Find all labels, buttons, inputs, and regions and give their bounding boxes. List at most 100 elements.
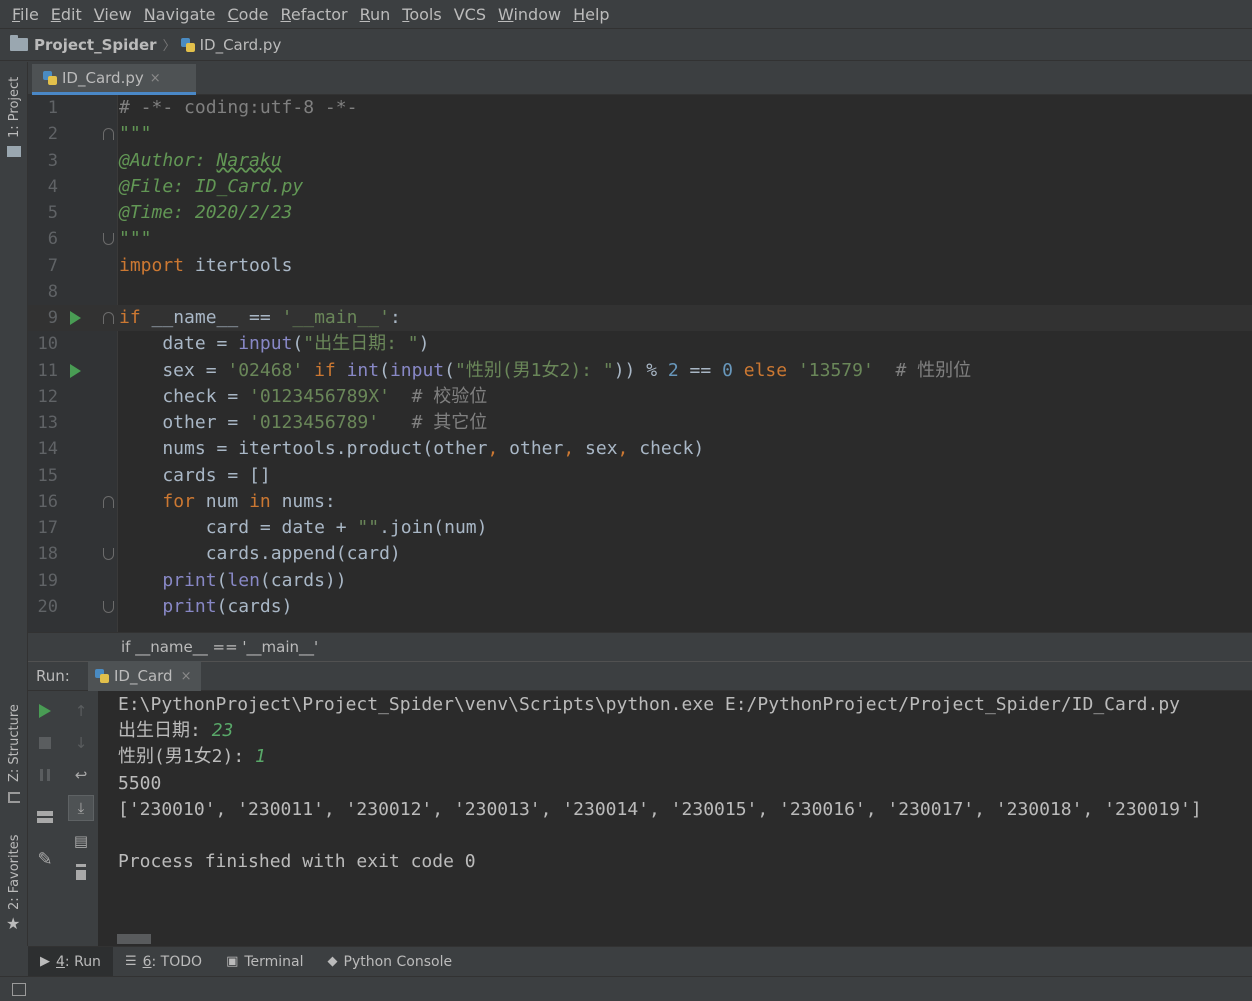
close-icon[interactable]: ×	[150, 71, 161, 86]
code-line[interactable]: 9 if __name__ == '__main__':	[28, 305, 1252, 331]
menu-item-refactor[interactable]: Refactor	[274, 5, 353, 24]
star-icon: ★	[6, 914, 21, 933]
stop-icon[interactable]	[33, 731, 57, 755]
fold-marker-icon[interactable]	[103, 312, 114, 324]
left-tool-stripe: 1: Project Z: Structure 2: Favorites ★	[0, 62, 28, 946]
python-file-icon	[42, 70, 58, 86]
code-line[interactable]: 4 @File: ID_Card.py	[28, 174, 1252, 200]
menu-item-tools[interactable]: Tools	[396, 5, 447, 24]
menu-item-file[interactable]: File	[6, 5, 45, 24]
print-icon[interactable]: ▤	[69, 829, 93, 853]
line-number: 14	[37, 439, 58, 460]
tab-id-card-py[interactable]: ID_Card.py ×	[32, 64, 196, 95]
console-line: E:\PythonProject\Project_Spider\venv\Scr…	[118, 694, 1181, 715]
fold-marker-icon[interactable]	[103, 233, 114, 246]
code-line[interactable]: 1 # -*- coding:utf-8 -*-	[28, 95, 1252, 121]
bottom-tab-terminal[interactable]: ▣ Terminal	[214, 947, 315, 977]
line-number: 17	[37, 518, 58, 538]
menu-item-vcs[interactable]: VCS	[448, 5, 492, 24]
menu-item-help[interactable]: Help	[567, 5, 615, 24]
structure-icon	[8, 792, 20, 803]
line-number: 18	[37, 544, 58, 565]
code-line[interactable]: 8	[28, 279, 1252, 305]
run-icon[interactable]	[33, 699, 57, 723]
code-line[interactable]: 20 print(cards)	[28, 594, 1252, 620]
console-line: ['230010', '230011', '230012', '230013',…	[118, 798, 1202, 820]
menu-item-view[interactable]: View	[88, 5, 138, 24]
run-console[interactable]: E:\PythonProject\Project_Spider\venv\Scr…	[98, 691, 1252, 946]
horizontal-scrollbar[interactable]	[117, 934, 151, 944]
bottom-tab-python-console[interactable]: ◆ Python Console	[316, 947, 465, 977]
status-bar	[0, 976, 1252, 1001]
structure-tool-button[interactable]: Z: Structure	[7, 704, 22, 782]
code-line[interactable]: 5 @Time: 2020/2/23	[28, 200, 1252, 226]
pin-icon[interactable]: ✎	[33, 847, 57, 871]
close-icon[interactable]: ×	[181, 669, 192, 684]
menu-item-navigate[interactable]: Navigate	[138, 5, 222, 24]
code-line[interactable]: 18 cards.append(card)	[28, 541, 1252, 567]
console-line: 5500	[118, 772, 162, 794]
line-number: 12	[37, 386, 58, 407]
scroll-to-end-icon[interactable]: ⤓	[68, 795, 94, 821]
code-line[interactable]: 14 nums = itertools.product(other, other…	[28, 436, 1252, 462]
project-tool-button[interactable]: 1: Project	[7, 77, 22, 138]
menu-bar: File Edit View Navigate Code Refactor Run Tools…	[0, 0, 1252, 28]
fold-marker-icon[interactable]	[103, 548, 114, 561]
tab-label: ID_Card.py	[62, 69, 144, 87]
code-line[interactable]: 3 @Author: Naraku	[28, 148, 1252, 174]
menu-item-edit[interactable]: Edit	[45, 5, 88, 24]
code-text: print(cards)	[162, 595, 293, 617]
code-line[interactable]: 2 """	[28, 121, 1252, 147]
code-line[interactable]: 19 print(len(cards))	[28, 568, 1252, 594]
line-number: 6	[47, 229, 58, 250]
code-line[interactable]: 7 import itertools	[28, 253, 1252, 279]
line-number: 5	[47, 203, 58, 223]
code-line[interactable]: 6 """	[28, 226, 1252, 252]
menu-item-run[interactable]: Run	[354, 5, 397, 24]
breadcrumb-project[interactable]: Project_Spider	[34, 36, 157, 54]
navigation-bar: Project_Spider 〉 ID_Card.py	[0, 28, 1252, 61]
code-line[interactable]: 17 card = date + "".join(num)	[28, 515, 1252, 541]
pause-icon[interactable]	[33, 763, 57, 787]
line-number: 2	[47, 124, 58, 145]
breadcrumb-file[interactable]: ID_Card.py	[200, 36, 282, 54]
fold-marker-icon[interactable]	[103, 600, 114, 613]
fold-marker-icon[interactable]	[103, 128, 114, 141]
soft-wrap-icon[interactable]: ↩	[69, 763, 93, 787]
line-number: 19	[37, 570, 58, 591]
code-editor[interactable]: 1 # -*- coding:utf-8 -*- 2 """ 3 @Author: Nar…	[28, 95, 1252, 632]
code-line[interactable]: 13 other = '0123456789' # 其它位	[28, 410, 1252, 436]
tab-icon: ▣	[226, 954, 239, 969]
bottom-tab-run[interactable]: ▶ 4: Run	[28, 946, 113, 977]
code-line[interactable]: 11 sex = '02468' if int(input("性别(男1女2):…	[28, 358, 1252, 384]
line-number: 11	[37, 360, 58, 381]
code-line[interactable]: 12 check = '0123456789X' # 校验位	[28, 384, 1252, 410]
menu-item-window[interactable]: Window	[492, 5, 567, 24]
code-line[interactable]: 16 for num in nums:	[28, 489, 1252, 515]
layout-icon[interactable]	[33, 805, 57, 829]
line-number: 4	[47, 176, 58, 197]
editor-breadcrumb[interactable]: if __name__ == '__main__'	[28, 632, 1252, 661]
code-text: import itertools	[119, 254, 293, 276]
fold-marker-icon[interactable]	[103, 495, 114, 508]
line-number: 1	[47, 98, 58, 118]
line-number: 9	[47, 308, 58, 328]
line-number: 10	[37, 334, 58, 355]
code-text: for num in nums:	[162, 490, 336, 512]
code-line[interactable]: 15 cards = []	[28, 463, 1252, 489]
layout-toggle-icon[interactable]	[12, 983, 26, 996]
run-gutter-icon[interactable]	[70, 311, 81, 325]
favorites-tool-button[interactable]: 2: Favorites	[7, 834, 22, 910]
trash-icon[interactable]	[69, 861, 93, 885]
down-arrow-icon[interactable]: ↓	[69, 731, 93, 755]
code-text: card = date + "".join(num)	[119, 517, 488, 538]
code-line[interactable]: 10 date = input("出生日期: ")	[28, 331, 1252, 357]
menu-item-code[interactable]: Code	[222, 5, 275, 24]
python-file-icon	[94, 668, 110, 684]
up-arrow-icon[interactable]: ↑	[69, 699, 93, 723]
run-tab-id-card[interactable]: ID_Card ×	[88, 661, 202, 691]
line-number: 7	[47, 255, 58, 276]
bottom-tab-todo[interactable]: ☰ 6: TODO	[113, 947, 214, 977]
run-gutter-icon[interactable]	[70, 363, 81, 378]
code-text: @Time: 2020/2/23	[119, 202, 293, 223]
